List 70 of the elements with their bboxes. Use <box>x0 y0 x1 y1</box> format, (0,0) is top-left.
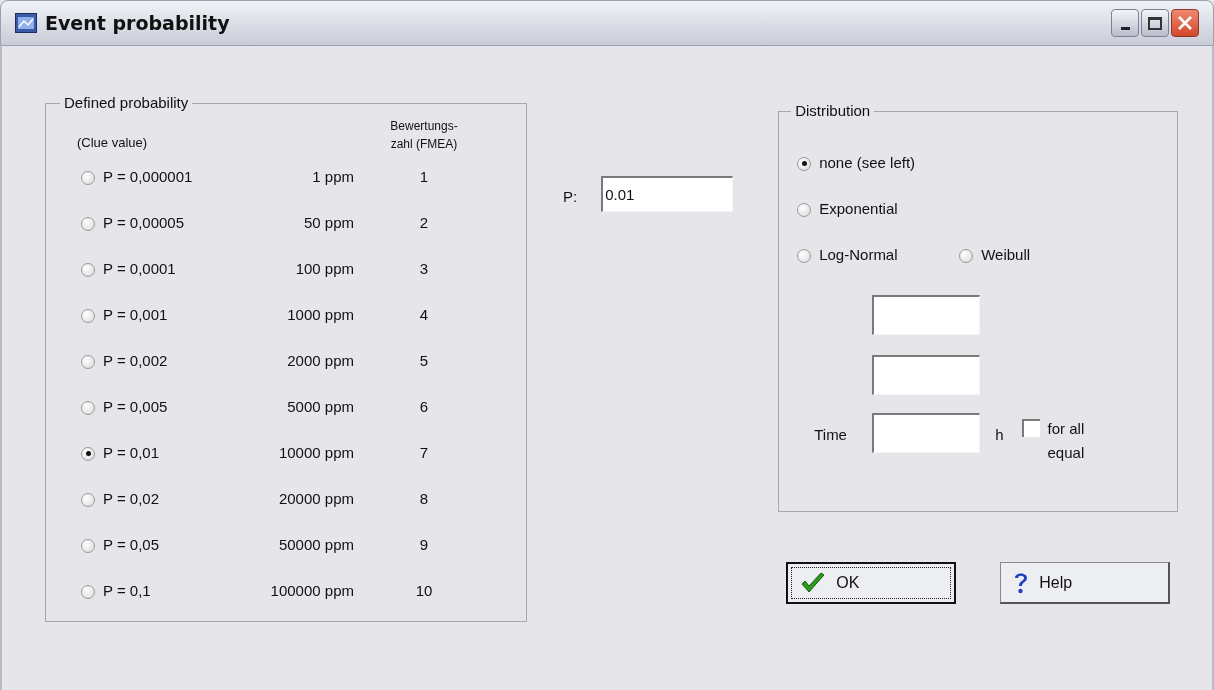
radio-button[interactable] <box>81 492 95 507</box>
window-title: Event probability <box>45 10 230 36</box>
score-value: 7 <box>418 443 430 464</box>
option-label: P = 0,05 <box>103 535 160 556</box>
radio-button[interactable] <box>81 400 95 415</box>
ok-button[interactable]: OK <box>786 562 957 604</box>
option-label: P = 0,001 <box>103 305 168 326</box>
radio-button[interactable] <box>81 170 95 185</box>
field-label: Time <box>814 424 848 445</box>
radio-button[interactable] <box>81 216 95 231</box>
close-button[interactable] <box>1171 9 1199 37</box>
score-value: 1 <box>418 167 430 188</box>
score-value: 10 <box>414 581 434 602</box>
score-value: 4 <box>418 305 430 326</box>
input-field[interactable] <box>872 294 981 335</box>
radio-button[interactable] <box>797 248 812 263</box>
ppm-value: 50 ppm <box>302 213 354 234</box>
score-value: 3 <box>418 259 430 280</box>
ppm-value: 2000 ppm <box>286 351 354 372</box>
radio-button[interactable] <box>797 202 812 217</box>
radio-button[interactable] <box>81 538 95 553</box>
option-label: P = 0,0001 <box>103 259 176 280</box>
field-label: P: <box>563 187 578 207</box>
ppm-value: 1 ppm <box>311 167 354 188</box>
radio-button[interactable] <box>959 248 974 263</box>
column-header: (Clue value) <box>77 133 149 152</box>
input-field[interactable] <box>872 354 981 395</box>
option-label: P = 0,02 <box>103 489 160 510</box>
column-header: Bewertungs-zahl (FMEA) <box>389 117 459 153</box>
radio-button[interactable] <box>81 354 95 369</box>
ppm-value: 1000 ppm <box>286 305 354 326</box>
option-label: Weibull <box>981 245 1031 266</box>
option-label: P = 0,002 <box>103 351 168 372</box>
ppm-value: 50000 ppm <box>277 535 354 556</box>
option-label: Log-Normal <box>819 245 898 266</box>
radio-button[interactable] <box>81 308 95 323</box>
close-icon <box>1177 15 1193 31</box>
help-button[interactable]: Help <box>1000 562 1171 604</box>
option-label: none (see left) <box>819 153 916 174</box>
checkbox[interactable] <box>1021 418 1040 437</box>
option-label: P = 0,00005 <box>103 213 185 234</box>
maximize-button[interactable] <box>1141 9 1169 37</box>
group-title: Distribution <box>794 101 872 121</box>
radio-button[interactable] <box>81 446 95 461</box>
ppm-value: 10000 ppm <box>277 443 354 464</box>
ppm-value: 100 ppm <box>294 259 354 280</box>
score-value: 6 <box>418 397 430 418</box>
p-input-field[interactable]: 0.01 <box>601 176 734 212</box>
option-label: Exponential <box>819 199 898 220</box>
score-value: 2 <box>418 213 430 234</box>
option-label: P = 0,005 <box>103 397 168 418</box>
minimize-button[interactable] <box>1111 9 1139 37</box>
ppm-value: 5000 ppm <box>286 397 354 418</box>
option-label: P = 0,1 <box>103 581 151 602</box>
option-label: P = 0,01 <box>103 443 160 464</box>
ppm-value: 20000 ppm <box>277 489 354 510</box>
radio-button[interactable] <box>81 262 95 277</box>
unit-label: h <box>995 424 1004 445</box>
score-value: 5 <box>418 351 430 372</box>
checkmark-icon <box>800 572 827 594</box>
app-icon <box>15 13 37 33</box>
option-label: P = 0,000001 <box>103 167 193 188</box>
ppm-value: 100000 ppm <box>269 581 354 602</box>
score-value: 9 <box>418 535 430 556</box>
group-title: Defined probability <box>63 93 190 113</box>
radio-button[interactable] <box>797 156 812 171</box>
input-field[interactable] <box>872 412 981 453</box>
score-value: 8 <box>418 489 430 510</box>
checkbox-label: for all equal <box>1047 418 1086 463</box>
radio-button[interactable] <box>81 584 95 599</box>
